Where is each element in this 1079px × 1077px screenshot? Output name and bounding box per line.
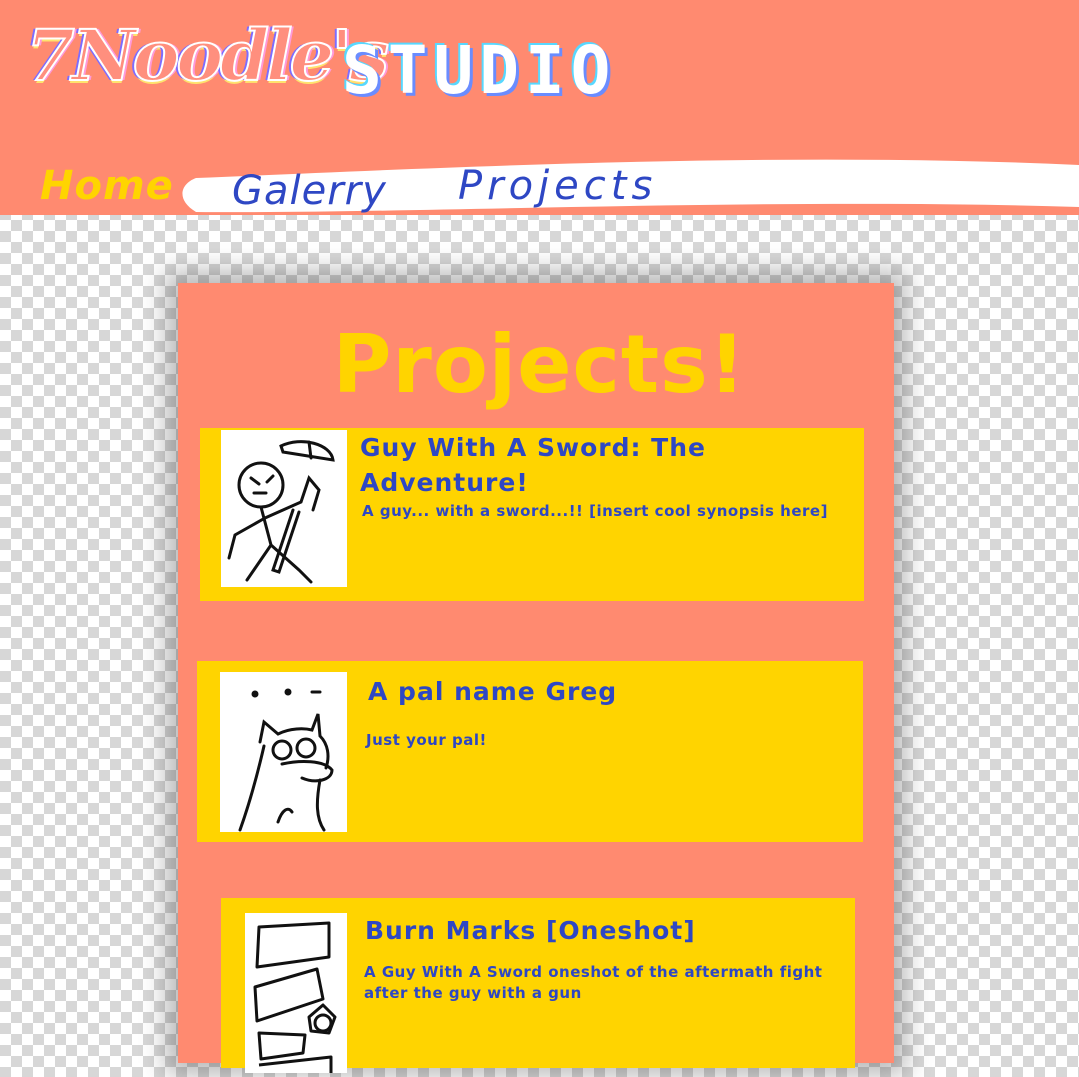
greg-sketch-icon <box>238 688 334 832</box>
project-description: A Guy With A Sword oneshot of the afterm… <box>364 963 823 981</box>
project-description: after the guy with a gun <box>364 984 582 1002</box>
studio-wordmark: STUDIO <box>342 32 617 109</box>
sword-guy-sketch-icon <box>227 440 335 584</box>
comic-panels-sketch-icon <box>253 921 337 1073</box>
project-description: Just your pal! <box>366 731 487 749</box>
project-description: A guy... with a sword...!! [insert cool … <box>362 502 828 520</box>
project-title: Burn Marks [Oneshot] <box>365 916 696 945</box>
project-title: Adventure! <box>360 468 529 497</box>
nav-home-link[interactable]: Home <box>40 163 174 209</box>
project-card-greg[interactable]: A pal name Greg Just your pal! <box>197 661 863 842</box>
project-thumbnail <box>245 913 347 1073</box>
nav-projects-link[interactable]: Projects <box>458 163 657 209</box>
project-title: Guy With A Sword: The <box>360 433 706 462</box>
project-title: A pal name Greg <box>368 677 618 706</box>
page-title: Projects! <box>332 318 747 411</box>
nav-gallery-link[interactable]: Galerry <box>232 168 387 214</box>
project-thumbnail <box>221 430 347 587</box>
site-header: 7Noodle's STUDIO Home Galerry Projects <box>0 0 1079 215</box>
project-thumbnail <box>220 672 347 832</box>
project-card-burn-marks[interactable]: Burn Marks [Oneshot] A Guy With A Sword … <box>221 898 855 1073</box>
site-logo[interactable]: 7Noodle's <box>25 13 390 98</box>
project-card-guy-with-a-sword[interactable]: Guy With A Sword: The Adventure! A guy..… <box>200 428 864 601</box>
